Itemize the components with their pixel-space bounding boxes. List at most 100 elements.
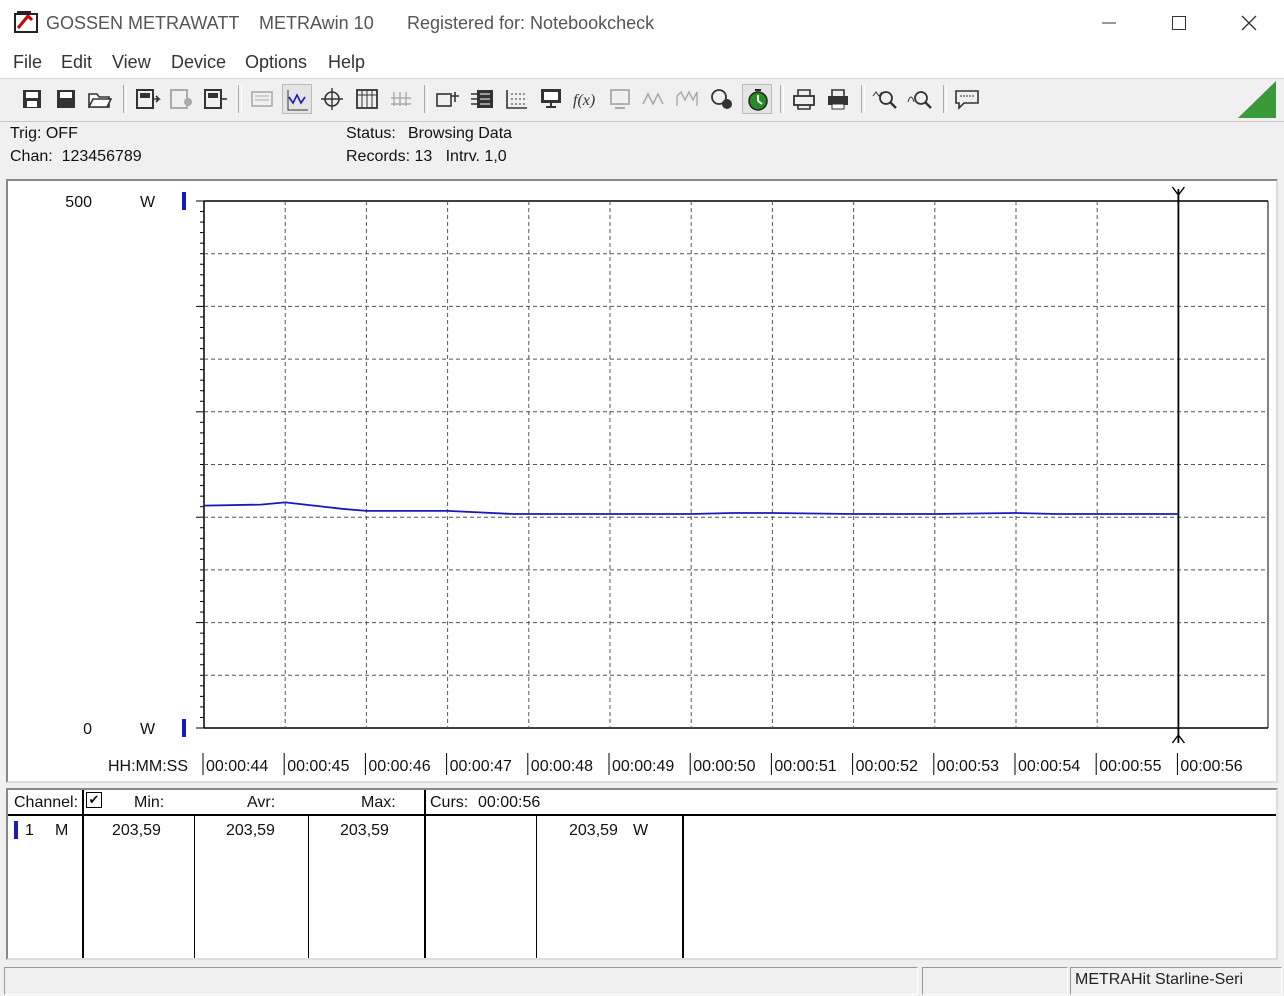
power-chart[interactable]: 500 W 0 W HH:MM:SS 00:00:44 00:00:45 00:00:46 00… [8, 181, 1276, 781]
display-mode-button[interactable] [247, 84, 277, 114]
status-value: Browsing Data [408, 125, 513, 142]
device-config-icon [170, 89, 192, 109]
minimize-button[interactable] [1074, 0, 1144, 46]
channel-status: Chan: 123456789 [10, 148, 142, 165]
table-icon [356, 89, 378, 109]
cursor-view-button[interactable] [317, 84, 347, 114]
signal-button[interactable] [639, 84, 669, 114]
zoom-out-icon [907, 91, 932, 109]
table-col-divider [82, 790, 84, 958]
print-preview-icon [793, 89, 815, 110]
chart-panel[interactable]: 500 W 0 W HH:MM:SS 00:00:44 00:00:45 00:00:46 00… [6, 179, 1278, 783]
x-axis-tick-label: 00:00:48 [531, 758, 593, 775]
table-col-divider [682, 816, 684, 958]
channel-checkbox[interactable]: ✔ [86, 792, 102, 808]
max-header: Max: [361, 794, 396, 811]
menu-edit[interactable]: Edit [61, 52, 92, 73]
cursor-unit: W [633, 822, 649, 839]
x-axis-label: HH:MM:SS [108, 758, 188, 775]
list-view-icon [391, 92, 411, 106]
y-axis-unit-top: W [140, 194, 156, 211]
display-mode-icon [251, 91, 273, 107]
timer-button[interactable] [742, 84, 772, 114]
device-read-button[interactable] [132, 84, 162, 114]
record-settings-button[interactable] [707, 84, 737, 114]
max-value: 203,59 [340, 822, 389, 839]
window-title-app: METRAwin 10 [259, 13, 374, 33]
menu-options[interactable]: Options [245, 52, 307, 73]
table-col-divider [308, 816, 309, 958]
timer-icon [748, 89, 768, 111]
min-value: 203,59 [112, 822, 161, 839]
close-button[interactable] [1214, 0, 1284, 46]
folder-open-icon [87, 93, 113, 108]
measurement-table: Channel: ✔ Min: Avr: Max: Curs: 00:00:56… [6, 788, 1278, 960]
save-data-button[interactable] [17, 84, 47, 114]
window-title-registered: Registered for: Notebookcheck [407, 13, 655, 33]
y-axis-marker-bottom [182, 719, 186, 737]
x-axis-tick-label: 00:00:50 [693, 758, 755, 775]
maximize-button[interactable] [1144, 0, 1214, 46]
status-area: Trig: OFF Chan: 123456789 Status: Browsi… [0, 122, 1284, 178]
print-preview-button[interactable] [789, 84, 819, 114]
formula-button[interactable]: f(x) [570, 84, 600, 114]
oscillo-gray-icon [676, 90, 698, 106]
channels-button[interactable] [467, 84, 497, 114]
x-axis-tick-label: 00:00:53 [937, 758, 999, 775]
zoom-in-icon [872, 91, 897, 109]
channels-icon [471, 90, 493, 108]
graph-view-icon [287, 90, 308, 111]
zoom-in-button[interactable] [870, 84, 900, 114]
app-logo-icon [14, 11, 38, 33]
printer-icon [828, 89, 848, 110]
records-status: Records: 13 Intrv. 1,0 [346, 148, 507, 165]
close-icon [1241, 15, 1257, 31]
table-col-divider [194, 816, 195, 958]
device-write-icon [204, 89, 227, 109]
minimize-icon [1102, 22, 1116, 24]
list-view-button[interactable] [386, 84, 416, 114]
trigger-button[interactable] [433, 84, 463, 114]
y-axis-unit-bottom: W [140, 721, 156, 738]
computer-icon [541, 89, 561, 108]
save-as-button[interactable] [51, 84, 81, 114]
signal-gray-icon [642, 92, 664, 106]
table-col-divider [424, 790, 426, 958]
maximize-icon [1172, 16, 1186, 30]
cursor-header: Curs: [430, 794, 469, 811]
zoom-out-button[interactable] [905, 84, 935, 114]
save-icon [23, 90, 41, 108]
menu-view[interactable]: View [112, 52, 151, 73]
menu-file[interactable]: File [13, 52, 42, 73]
avr-value: 203,59 [226, 822, 275, 839]
status-label: Status: [346, 125, 396, 142]
channel-mode: M [55, 822, 69, 839]
save-as-icon [57, 90, 75, 108]
x-axis-tick-label: 00:00:56 [1180, 758, 1242, 775]
oscillo-button[interactable] [673, 84, 703, 114]
cursor-time: 00:00:56 [478, 794, 541, 811]
function-icon: f(x) [573, 92, 595, 109]
menu-device[interactable]: Device [171, 52, 226, 73]
computer-button[interactable] [536, 84, 566, 114]
menu-help[interactable]: Help [328, 52, 365, 73]
graph-view-button[interactable] [282, 84, 312, 114]
menu-bar: File Edit View Device Options Help [0, 46, 1284, 79]
y-axis-min-label: 0 [83, 721, 92, 738]
open-file-button[interactable] [85, 84, 115, 114]
comment-button[interactable] [952, 84, 982, 114]
interval-icon [506, 90, 527, 109]
table-col-divider [536, 816, 537, 958]
toolbar: f(x) [0, 79, 1284, 122]
table-header-divider [8, 814, 1276, 816]
record-settings-icon [711, 89, 732, 109]
printer-setup-button[interactable] [605, 84, 635, 114]
device-write-button[interactable] [200, 84, 230, 114]
interval-button[interactable] [502, 84, 532, 114]
print-button[interactable] [823, 84, 853, 114]
x-axis-tick-label: 00:00:49 [612, 758, 674, 775]
table-view-button[interactable] [352, 84, 382, 114]
device-config-button[interactable] [166, 84, 196, 114]
device-status: METRAHit Starline-Seri [1070, 967, 1282, 995]
device-read-icon [136, 89, 161, 109]
